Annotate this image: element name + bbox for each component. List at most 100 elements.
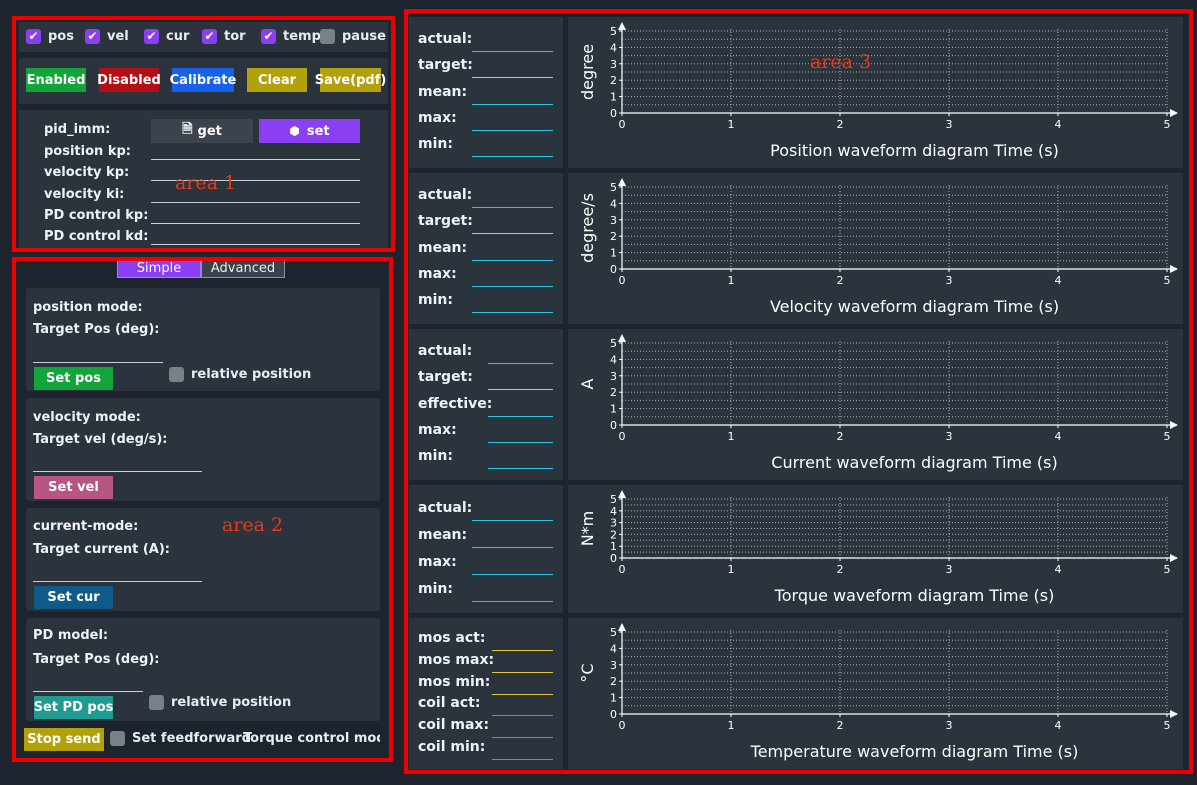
- readout-label: mos act:: [418, 629, 486, 646]
- pd-relative-position-checkbox[interactable]: relative position: [149, 695, 291, 710]
- checkbox-temp[interactable]: ✔ temp: [261, 29, 321, 44]
- area-2-label: area 2: [222, 514, 284, 536]
- pid-get-button[interactable]: 🗎 get: [151, 119, 253, 143]
- x-tick-label: 0: [619, 563, 626, 576]
- checkmark-icon: ✔: [144, 29, 159, 44]
- x-axis-arrow-icon: [1170, 109, 1178, 117]
- x-tick-label: 3: [946, 118, 953, 131]
- readout-value-line: [492, 759, 553, 761]
- checkbox-cur[interactable]: ✔ cur: [144, 29, 189, 44]
- enabled-button[interactable]: Enabled: [26, 68, 86, 92]
- y-axis-arrow-icon: [618, 490, 626, 498]
- readout-label: mos max:: [418, 651, 495, 668]
- x-tick-label: 3: [946, 274, 953, 287]
- y-tick-label: 1: [610, 692, 617, 705]
- checkbox-vel[interactable]: ✔ vel: [85, 29, 129, 44]
- torque-control-mode-checkbox[interactable]: Torque control mode: [236, 731, 380, 746]
- readout-label: max:: [418, 421, 457, 438]
- y-tick-label: 4: [610, 197, 617, 210]
- readout-panel: actual: target: effective: max: min:: [409, 329, 563, 480]
- tab-advanced[interactable]: Advanced: [201, 259, 285, 278]
- readout-value-line: [492, 715, 553, 717]
- x-tick-label: 4: [1055, 118, 1062, 131]
- y-tick-label: 2: [610, 675, 617, 688]
- pd-target-pos-input[interactable]: [33, 691, 143, 692]
- readout-label: actual:: [418, 31, 473, 48]
- readout-label: coil max:: [418, 717, 490, 734]
- checkbox-pause[interactable]: pause: [320, 29, 386, 44]
- pid-field-label: PD control kp:: [44, 207, 149, 223]
- set-feedforward-checkbox[interactable]: Set feedforward: [110, 731, 251, 746]
- chart-panel: 0 1 2 3 4 5 0 1 2 3 4 5 N*m Torque waveform diagram T…: [568, 485, 1183, 613]
- pid-field-label: PD control kd:: [44, 229, 149, 245]
- pid-field-input[interactable]: [151, 159, 360, 160]
- y-axis-arrow-icon: [618, 334, 626, 342]
- set-pos-button[interactable]: Set pos: [34, 367, 113, 390]
- pid-set-button[interactable]: ⬢ set: [259, 119, 360, 143]
- pid-field-label: position kp:: [44, 144, 131, 159]
- y-tick-label: 1: [610, 540, 617, 553]
- target-pos-input[interactable]: [33, 362, 163, 363]
- readout-label: max:: [418, 265, 457, 282]
- x-axis-arrow-icon: [1170, 554, 1178, 562]
- set-pd-pos-button[interactable]: Set PD pos: [34, 696, 113, 719]
- checkbox-label: tor: [224, 29, 246, 44]
- x-tick-label: 1: [728, 430, 735, 443]
- y-tick-label: 0: [610, 107, 617, 120]
- chart-panel: 0 1 2 3 4 5 0 1 2 3 4 5 A Current waveform diagram Ti…: [568, 329, 1183, 480]
- set-cur-button[interactable]: Set cur: [34, 586, 113, 609]
- relative-position-checkbox[interactable]: relative position: [169, 367, 311, 382]
- target-current-input[interactable]: [33, 581, 202, 582]
- area-1-label: area 1: [175, 172, 237, 194]
- checkbox-pos[interactable]: ✔ pos: [26, 29, 74, 44]
- x-tick-label: 0: [619, 719, 626, 732]
- y-tick-label: 5: [610, 493, 617, 506]
- x-tick-label: 3: [946, 563, 953, 576]
- target-vel-input[interactable]: [33, 471, 202, 472]
- x-axis-arrow-icon: [1170, 710, 1178, 718]
- area-3-label: area 3: [810, 51, 872, 73]
- clear-button[interactable]: Clear: [247, 68, 307, 92]
- y-tick-label: 1: [610, 247, 617, 260]
- y-axis-title: degree: [578, 44, 597, 100]
- y-tick-label: 3: [610, 214, 617, 227]
- checkbox-tor[interactable]: ✔ tor: [202, 29, 246, 44]
- hex-gear-icon: ⬢: [289, 124, 300, 138]
- y-tick-label: 5: [610, 25, 617, 38]
- pid-field-input[interactable]: [151, 244, 360, 246]
- readout-value-line: [492, 671, 553, 673]
- readout-value-line: [488, 363, 553, 365]
- calibrate-button[interactable]: Calibrate: [170, 68, 236, 92]
- y-tick-label: 1: [610, 91, 617, 104]
- stop-send-button[interactable]: Stop send: [24, 728, 104, 751]
- checkbox-unchecked-icon: [320, 29, 335, 44]
- readout-label: coil min:: [418, 739, 486, 756]
- save-pdf-button[interactable]: Save(pdf): [315, 68, 386, 92]
- disabled-button[interactable]: Disabled: [97, 68, 161, 92]
- relative-position-label: relative position: [191, 367, 312, 382]
- readout-label: max:: [418, 553, 457, 570]
- readout-value-line: [472, 600, 553, 602]
- pid-field-input[interactable]: [151, 222, 360, 224]
- y-axis-title: degree/s: [578, 193, 597, 263]
- y-tick-label: 4: [610, 353, 617, 366]
- x-axis-arrow-icon: [1170, 421, 1178, 429]
- y-tick-label: 4: [610, 505, 617, 518]
- pid-field-input[interactable]: [151, 201, 360, 203]
- readout-value-line: [472, 311, 553, 313]
- y-tick-label: 2: [610, 230, 617, 243]
- y-tick-label: 0: [610, 263, 617, 276]
- set-vel-button[interactable]: Set vel: [34, 476, 113, 499]
- get-label: get: [197, 123, 222, 139]
- x-tick-label: 2: [837, 118, 844, 131]
- pid-field-label: velocity ki:: [44, 186, 125, 202]
- tab-simple[interactable]: Simple: [117, 259, 201, 278]
- readout-label: actual:: [418, 499, 473, 516]
- checkmark-icon: ✔: [261, 29, 276, 44]
- y-tick-label: 1: [610, 403, 617, 416]
- readout-label: target:: [418, 369, 473, 386]
- y-tick-label: 2: [610, 74, 617, 87]
- readout-label: mean:: [418, 83, 468, 100]
- readout-label: min:: [418, 447, 453, 464]
- readout-value-line: [488, 415, 553, 417]
